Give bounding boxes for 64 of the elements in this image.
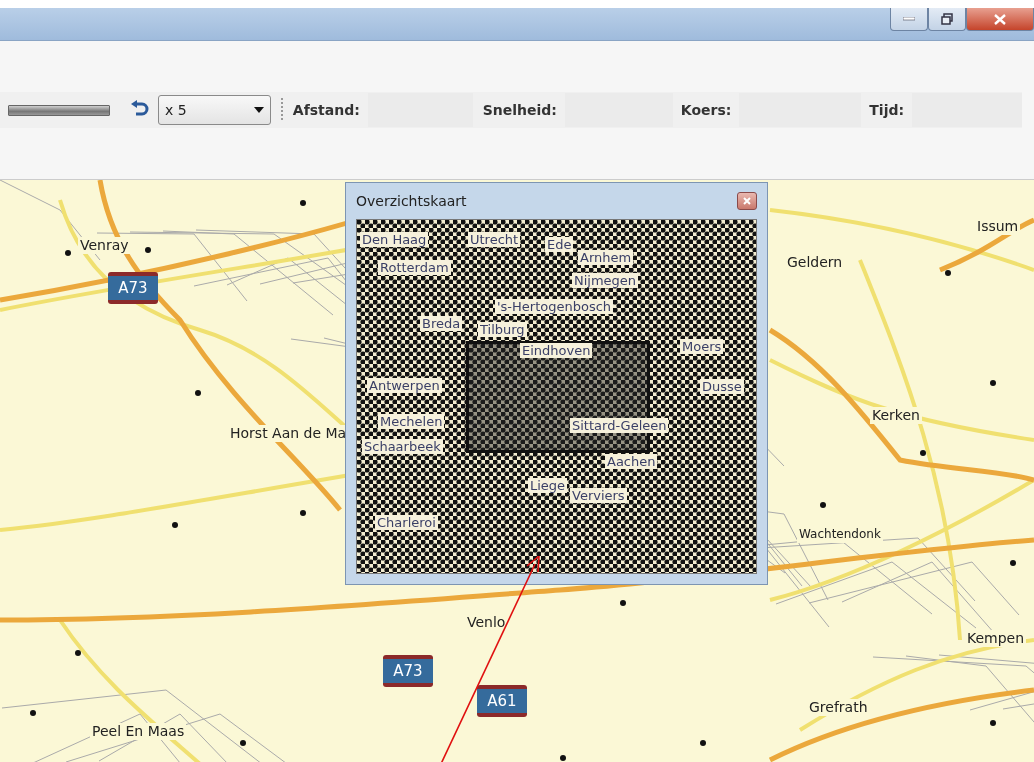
place-label: Dusse: [700, 379, 744, 394]
place-dot: [65, 250, 71, 256]
place-dot: [620, 600, 626, 606]
place-label: Nijmegen: [572, 273, 639, 288]
place-label: Utrecht: [468, 232, 521, 247]
close-button[interactable]: [737, 192, 757, 210]
place-dot: [990, 720, 996, 726]
place-label: Issum: [975, 218, 1021, 235]
place-label: Eindhoven: [520, 343, 593, 358]
place-label: Ede: [545, 237, 574, 252]
field-label: Snelheid:: [482, 102, 557, 118]
field-label: Afstand:: [292, 102, 360, 118]
place-label: Den Haag: [360, 232, 429, 247]
place-label: Kerken: [870, 407, 922, 424]
place-label: Mechelen: [378, 414, 445, 429]
place-label: Grefrath: [807, 699, 870, 716]
place-dot: [560, 755, 566, 761]
place-label: Sittard-Geleen: [570, 418, 669, 433]
place-label: Moers: [680, 339, 724, 354]
minimize-button[interactable]: [890, 8, 928, 31]
place-label: Schaarbeek: [362, 439, 443, 454]
close-icon: [743, 197, 751, 205]
place-dot: [75, 650, 81, 656]
place-dot: [990, 380, 996, 386]
close-icon: [994, 13, 1006, 25]
place-label: 's-Hertogenbosch: [495, 299, 614, 314]
place-dot: [145, 247, 151, 253]
place-label: Rotterdam: [378, 260, 451, 275]
slider-track[interactable]: [8, 104, 110, 116]
place-label: Wachtendonk: [797, 526, 883, 543]
close-button[interactable]: [966, 8, 1034, 31]
place-label: Kempen: [965, 630, 1027, 647]
road-shield: A73: [108, 272, 158, 304]
place-label: Charleroi: [375, 515, 438, 530]
place-label: Tilburg: [478, 322, 527, 337]
multiplier-dropdown[interactable]: x 5: [157, 95, 271, 125]
place-dot: [172, 522, 178, 528]
window-title: Overzichtskaart: [356, 193, 467, 209]
place-label: Venray: [78, 237, 131, 254]
place-dot: [195, 390, 201, 396]
minimize-icon: [903, 17, 915, 21]
place-dot: [920, 450, 926, 456]
road-shield: A73: [383, 655, 433, 687]
place-dot: [300, 200, 306, 206]
place-label: Aachen: [605, 454, 658, 469]
place-dot: [240, 740, 246, 746]
place-dot: [1010, 560, 1016, 566]
place-label: Peel En Maas: [90, 723, 187, 740]
place-dot: [300, 510, 306, 516]
place-label: Breda: [420, 316, 463, 331]
field-label: Tijd:: [869, 102, 905, 118]
place-dot: [945, 270, 951, 276]
field-label: Koers:: [680, 102, 732, 118]
road-shield: A61: [477, 685, 527, 717]
place-dot: [30, 710, 36, 716]
place-label: Antwerpen: [367, 378, 442, 393]
place-label: Liege: [528, 478, 568, 493]
place-dot: [820, 502, 826, 508]
place-label: Arnhem: [578, 250, 634, 265]
maximize-button[interactable]: [928, 8, 966, 31]
place-dot: [700, 740, 706, 746]
place-label: Verviers: [570, 488, 627, 503]
caret-icon: [253, 107, 264, 113]
restore-icon: [941, 13, 953, 25]
